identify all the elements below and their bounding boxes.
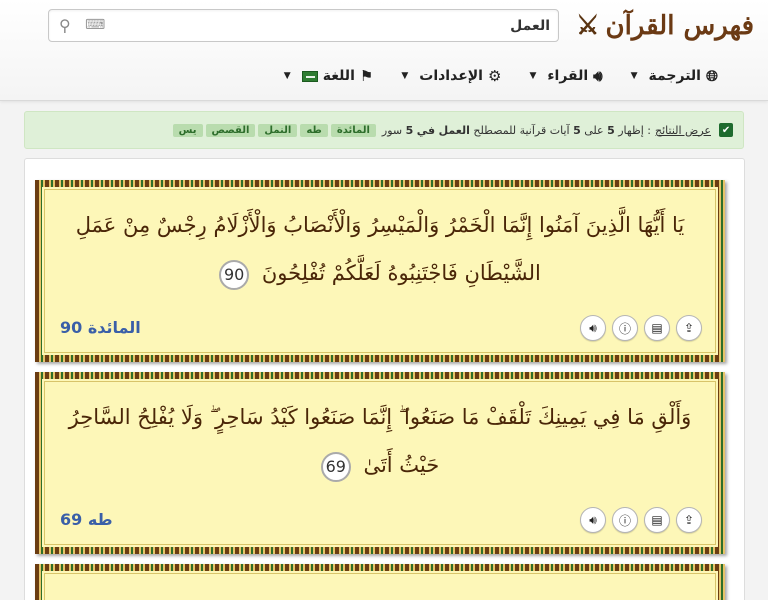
verse-reference[interactable]: طه 69: [60, 510, 113, 529]
verse-card: يَا أَيُّهَا الَّذِينَ آمَنُوا إِنَّمَا …: [35, 180, 725, 362]
nav-language[interactable]: ⚑ اللغة ▼: [270, 58, 388, 94]
verse-arabic: يَا أَيُّهَا الَّذِينَ آمَنُوا إِنَّمَا …: [75, 213, 685, 285]
nav-settings[interactable]: ⚙ الإعدادات ▼: [387, 58, 515, 94]
banner-text-on: على: [584, 123, 604, 137]
results-panel: يَا أَيُّهَا الَّذِينَ آمَنُوا إِنَّمَا …: [24, 158, 745, 600]
nav-translation-label: الترجمة: [648, 68, 701, 84]
globe-icon: 🌐︎: [705, 67, 718, 85]
pdf-icon[interactable]: ▤: [644, 507, 670, 533]
show-results-link[interactable]: عرض النتائج: [655, 124, 711, 137]
saudi-flag-icon: [301, 70, 318, 82]
speaker-icon: 🔊︎: [593, 67, 603, 85]
nav-reciters-label: القراء: [547, 68, 589, 84]
nav-translation[interactable]: 🌐︎ الترجمة ▼: [617, 58, 732, 94]
banner-text-in: في: [416, 123, 436, 137]
verse-reference[interactable]: المائدة 90: [60, 318, 141, 337]
surah-chips: المائدة طه النمل القصص يس: [172, 123, 376, 137]
info-icon[interactable]: ⓘ: [612, 315, 638, 341]
ayah-number: 90: [219, 259, 250, 290]
share-icon[interactable]: ⇪: [676, 507, 702, 533]
search-input[interactable]: [170, 14, 550, 38]
shown-count: 5: [607, 123, 615, 137]
caret-down-icon: ▼: [630, 71, 638, 81]
banner-text-1: : إظهار: [618, 123, 651, 137]
nav-language-label: اللغة: [322, 68, 355, 84]
main-nav: 🌐︎ الترجمة ▼ 🔊︎ القراء ▼ ⚙ الإعدادات ▼ ⚑…: [0, 58, 768, 94]
brand-logo[interactable]: فهرس القرآن ⚔: [576, 6, 754, 46]
brand-title: فهرس القرآن: [605, 11, 754, 41]
surah-chip[interactable]: النمل: [258, 123, 298, 137]
verse-arabic: وَأَلْقِ مَا فِي يَمِينِكَ تَلْقَفْ مَا …: [68, 405, 692, 477]
surah-chip[interactable]: طه: [300, 123, 328, 137]
search-box: ⌨ ⚲: [48, 9, 559, 42]
surah-chip[interactable]: المائدة: [330, 123, 376, 137]
verse-card-partial: [35, 564, 725, 600]
crossed-swords-icon: ⚔: [576, 11, 600, 41]
banner-text-surahs: سور: [381, 123, 403, 137]
caret-down-icon: ▼: [401, 71, 409, 81]
share-icon[interactable]: ⇪: [676, 315, 702, 341]
nav-reciters[interactable]: 🔊︎ القراء ▼: [515, 58, 616, 94]
verse-tools: ⇪ ▤ ⓘ 🔊︎: [580, 315, 702, 341]
verse-text: يَا أَيُّهَا الَّذِينَ آمَنُوا إِنَّمَا …: [66, 201, 694, 297]
checkbox-icon[interactable]: ✔: [719, 123, 733, 137]
caret-down-icon: ▼: [283, 71, 291, 81]
info-icon[interactable]: ⓘ: [612, 507, 638, 533]
verse-card: وَأَلْقِ مَا فِي يَمِينِكَ تَلْقَفْ مَا …: [35, 372, 725, 554]
search-icon[interactable]: ⚲: [59, 16, 71, 35]
keyboard-icon[interactable]: ⌨: [85, 17, 105, 33]
surah-count: 5: [405, 123, 414, 137]
results-banner: ✔ عرض النتائج : إظهار 5 على 5 آيات قرآني…: [24, 111, 744, 149]
audio-icon[interactable]: 🔊︎: [580, 507, 606, 533]
gear-icon: ⚙: [487, 67, 502, 85]
verse-text: وَأَلْقِ مَا فِي يَمِينِكَ تَلْقَفْ مَا …: [66, 393, 694, 489]
surah-chip[interactable]: يس: [172, 123, 203, 137]
verse-tools: ⇪ ▤ ⓘ 🔊︎: [580, 507, 702, 533]
search-term: العمل: [438, 123, 470, 137]
caret-down-icon: ▼: [529, 71, 537, 81]
total-count: 5: [573, 123, 581, 137]
audio-icon[interactable]: 🔊︎: [580, 315, 606, 341]
banner-text-2: آيات قرآنية للمصطلح: [473, 123, 570, 137]
pdf-icon[interactable]: ▤: [644, 315, 670, 341]
ayah-number: 69: [320, 451, 351, 482]
nav-settings-label: الإعدادات: [419, 68, 483, 84]
surah-chip[interactable]: القصص: [205, 123, 256, 137]
flag-icon: ⚑: [359, 67, 374, 85]
top-bar: فهرس القرآن ⚔ ⌨ ⚲ 🌐︎ الترجمة ▼ 🔊︎ القراء…: [0, 0, 768, 101]
